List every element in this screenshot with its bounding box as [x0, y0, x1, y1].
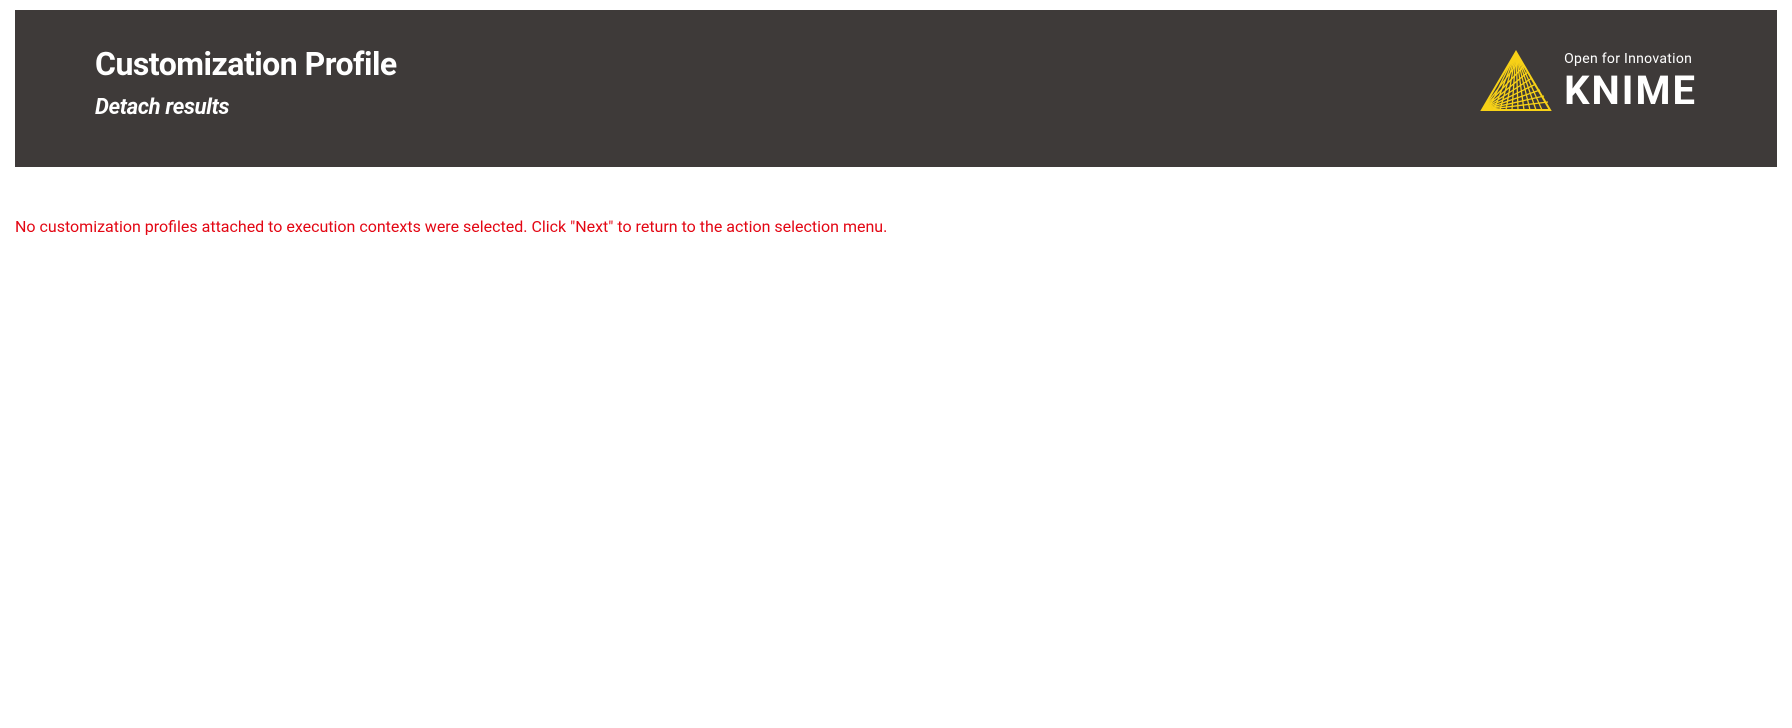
page-title: Customization Profile [95, 45, 397, 83]
logo-tagline: Open for Innovation [1564, 51, 1697, 67]
page-subtitle: Detach results [95, 95, 397, 120]
logo-text-group: Open for Innovation KNIME [1564, 51, 1697, 111]
knime-logo: Open for Innovation KNIME [1480, 50, 1697, 112]
header-banner: Customization Profile Detach results [15, 10, 1777, 167]
knime-triangle-icon [1480, 50, 1552, 112]
message-area: No customization profiles attached to ex… [0, 167, 1792, 236]
error-message: No customization profiles attached to ex… [15, 217, 1777, 236]
logo-brand: KNIME [1564, 71, 1697, 111]
header-text-group: Customization Profile Detach results [95, 45, 397, 120]
